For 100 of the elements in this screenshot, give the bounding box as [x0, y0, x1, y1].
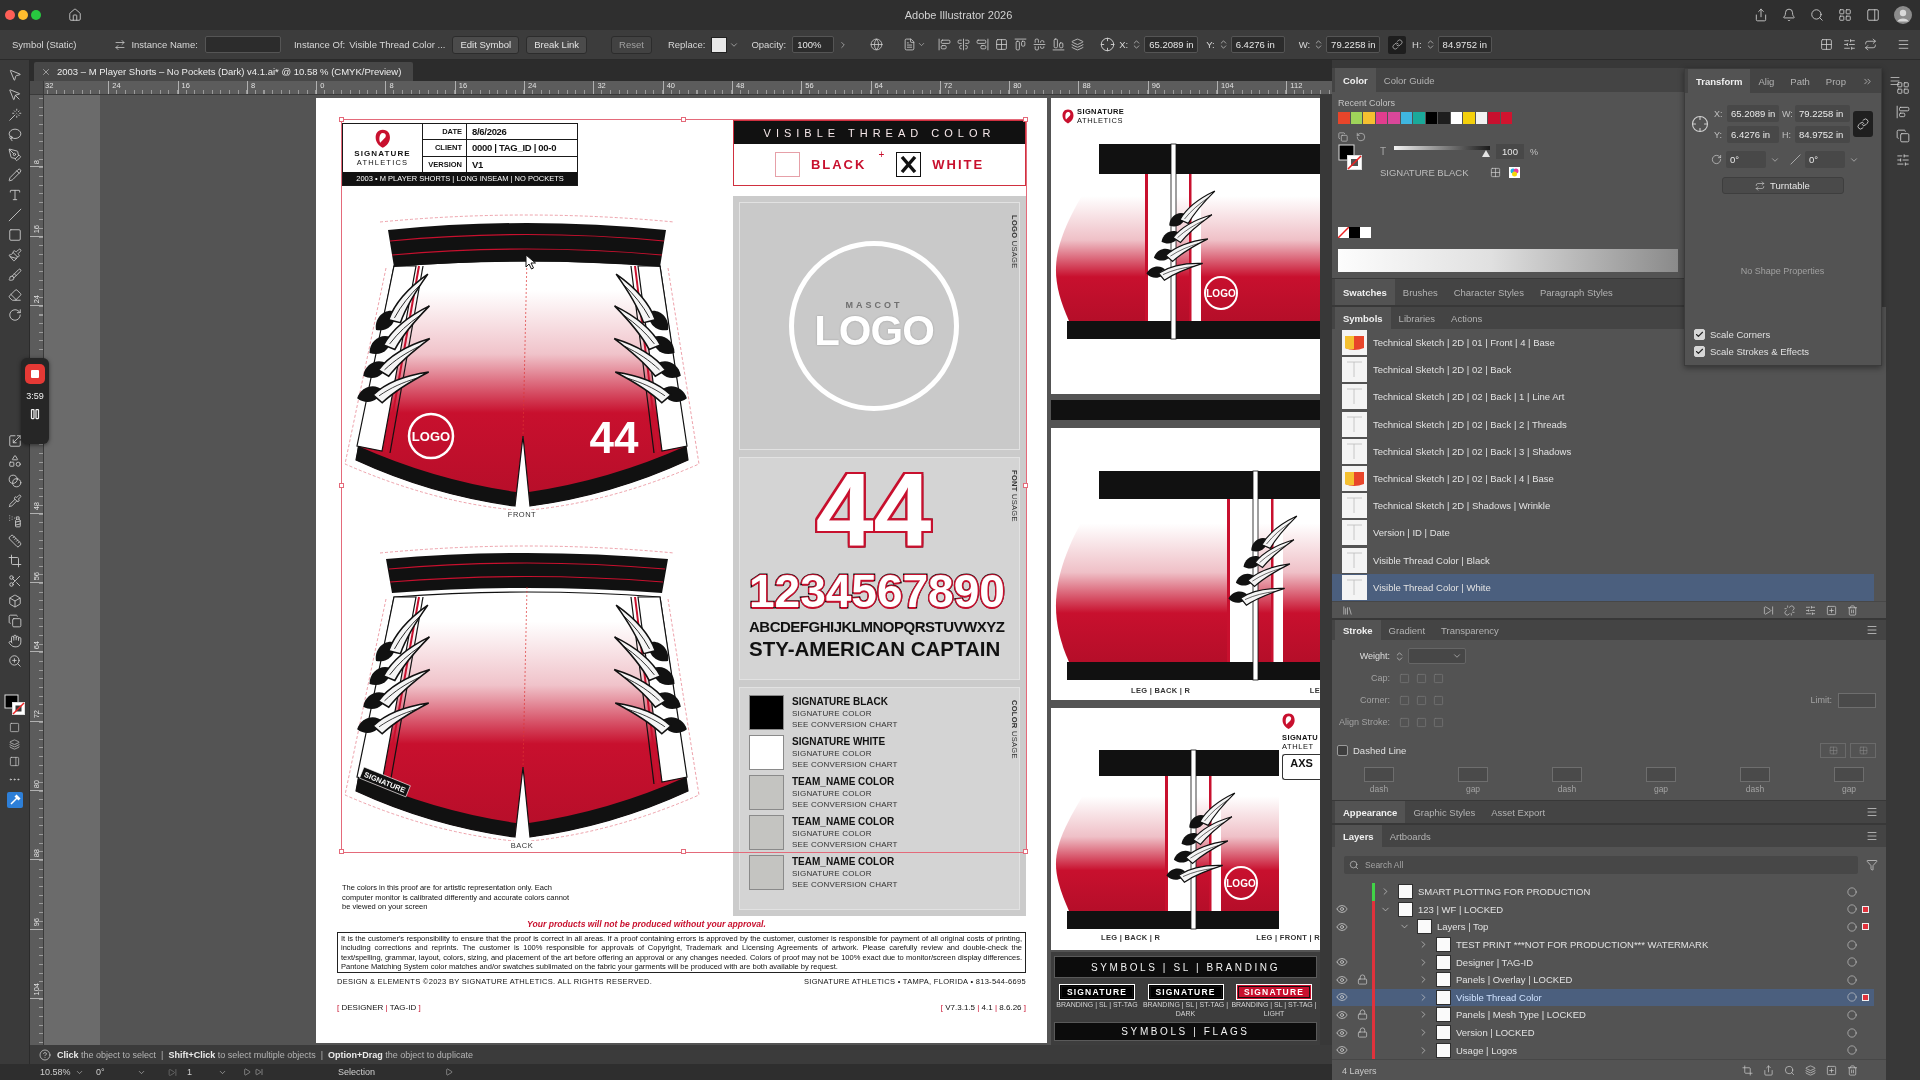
panel-tab[interactable]: Stroke — [1335, 620, 1381, 640]
stepper-icon[interactable] — [1394, 650, 1405, 662]
cube-icon[interactable] — [7, 594, 22, 608]
color-swatch[interactable] — [1463, 112, 1476, 124]
zoom-window-button[interactable] — [31, 10, 41, 20]
limit-field[interactable] — [1838, 692, 1876, 708]
rotate-icon[interactable] — [7, 308, 22, 322]
crop-icon[interactable] — [1742, 1065, 1753, 1076]
transform-field[interactable]: 65.2089 in — [1727, 105, 1779, 122]
panel-tab[interactable]: Transform — [1688, 69, 1751, 93]
layer-row[interactable]: Version | LOCKED — [1332, 1023, 1874, 1042]
search-icon[interactable] — [1784, 1065, 1795, 1076]
eraser-icon[interactable] — [7, 288, 22, 302]
color-swatch[interactable] — [1338, 112, 1351, 124]
rotate-ccw-icon[interactable] — [1356, 132, 1366, 142]
circle-icon[interactable] — [1847, 922, 1857, 932]
transform-field[interactable]: 6.4276 in — [1727, 126, 1779, 143]
align-left-icon[interactable] — [1896, 105, 1910, 119]
copy-icon[interactable] — [1896, 129, 1910, 143]
symbol-list-item[interactable]: Technical Sketch | 2D | 02 | Back | 2 | Threads — [1332, 410, 1874, 438]
panel-tab[interactable]: Prop — [1817, 69, 1854, 93]
caret-icon[interactable] — [917, 40, 927, 49]
trash-icon[interactable] — [1847, 1065, 1858, 1076]
circle-icon[interactable] — [1847, 992, 1857, 1003]
eye-icon[interactable] — [1336, 973, 1348, 986]
align-bottom-icon[interactable] — [1052, 38, 1066, 51]
symbol-list-item[interactable]: Technical Sketch | 2D | 02 | Back — [1332, 356, 1874, 384]
minimize-window-button[interactable] — [18, 10, 28, 20]
hammer-tile-icon[interactable] — [6, 792, 23, 808]
checkbox[interactable] — [896, 152, 922, 177]
filter-icon[interactable] — [1866, 859, 1878, 871]
panel-tab[interactable]: Paragraph Styles — [1531, 279, 1621, 305]
spray-can-icon[interactable] — [7, 514, 22, 528]
crosshair-icon[interactable] — [1691, 115, 1709, 133]
eye-icon[interactable] — [1336, 1044, 1348, 1057]
pencil-icon[interactable] — [7, 168, 22, 182]
panel-tab[interactable]: Transparency — [1433, 620, 1507, 640]
symbol-list-item[interactable]: Visible Thread Color | Black — [1332, 546, 1874, 574]
layer-row[interactable]: TEST PRINT ***NOT FOR PRODUCTION*** WATERMARK — [1332, 935, 1874, 954]
share-icon[interactable] — [1763, 1065, 1774, 1076]
panel-tab[interactable]: Swatches — [1335, 279, 1395, 305]
layer-row[interactable]: Panels | Mesh Type | LOCKED — [1332, 1006, 1874, 1024]
coordinate-field[interactable]: 84.9752 in — [1437, 36, 1492, 53]
menu-icon[interactable] — [1897, 38, 1910, 51]
panel-icon[interactable] — [1866, 8, 1880, 22]
circle-icon[interactable] — [1847, 1045, 1857, 1056]
align-middle-icon[interactable] — [1033, 38, 1047, 51]
library-icon[interactable] — [1342, 604, 1353, 616]
align-left-icon[interactable] — [938, 38, 952, 51]
tint-field[interactable]: 100 — [1496, 144, 1524, 159]
eye-icon[interactable] — [1336, 956, 1348, 969]
transform-field[interactable]: 84.9752 in — [1795, 126, 1850, 143]
swatch-icon[interactable] — [1349, 227, 1360, 238]
layer-row[interactable]: Panels | Overlay | LOCKED — [1332, 970, 1874, 989]
swatch-icon[interactable] — [1360, 227, 1371, 238]
dash-field[interactable] — [1364, 767, 1394, 782]
fill-stroke-icon[interactable] — [3, 694, 26, 716]
blend-icon[interactable] — [7, 474, 22, 488]
symbol-list-item[interactable]: Visible Thread Color | White — [1332, 573, 1874, 601]
pointer-icon[interactable] — [7, 68, 22, 82]
skip-icon[interactable] — [168, 1067, 177, 1077]
layers-icon[interactable] — [1071, 38, 1085, 51]
document-tab[interactable]: 2003 – M Player Shorts – No Pockets (Dark) v4.1.ai* @ 10.58 % (CMYK/Preview) — [34, 62, 414, 81]
scale-icon[interactable] — [7, 434, 22, 448]
eye-icon[interactable] — [1336, 921, 1348, 933]
copy-icon[interactable] — [1338, 132, 1348, 142]
panel-menu-icon[interactable] — [1888, 75, 1901, 87]
grid-icon[interactable] — [1820, 38, 1833, 51]
skip-icon[interactable] — [255, 1068, 263, 1076]
search-icon[interactable] — [1810, 8, 1824, 22]
layer-row[interactable]: SMART PLOTTING FOR PRODUCTION — [1332, 883, 1874, 901]
pause-icon[interactable] — [29, 408, 41, 420]
symbol-list-item[interactable]: Technical Sketch | 2D | 02 | Back | 3 | Shadows — [1332, 437, 1874, 465]
grid-icon[interactable] — [1490, 167, 1501, 178]
lock-icon[interactable] — [1356, 1027, 1368, 1039]
align-top-icon[interactable] — [1014, 38, 1028, 51]
circle-icon[interactable] — [1847, 904, 1857, 915]
close-icon[interactable] — [41, 66, 51, 77]
lasso-icon[interactable] — [7, 128, 22, 142]
turntable-button[interactable]: Turntable — [1721, 177, 1844, 194]
brush-icon[interactable] — [7, 268, 22, 282]
caret-icon[interactable] — [1452, 651, 1462, 661]
dash-field[interactable] — [1552, 767, 1582, 782]
stop-recording-button[interactable] — [25, 364, 45, 384]
panel-tab[interactable]: Path — [1782, 69, 1818, 93]
shear-field[interactable]: 0° — [1805, 151, 1845, 168]
shapes-icon[interactable] — [7, 454, 22, 468]
layer-row[interactable]: 123 | WF | LOCKED — [1332, 900, 1874, 919]
color-swatch[interactable] — [1388, 112, 1401, 124]
checkbox[interactable] — [1337, 744, 1348, 756]
line-icon[interactable] — [7, 208, 22, 222]
grid-icon[interactable] — [995, 38, 1009, 51]
coordinate-field[interactable]: 65.2089 in — [1144, 36, 1199, 53]
crosshair-icon[interactable] — [1100, 37, 1116, 52]
symbol-list-item[interactable]: Technical Sketch | 2D | Shadows | Wrinkle — [1332, 492, 1874, 520]
panel-tab[interactable]: Symbols — [1335, 307, 1391, 329]
align-center-icon[interactable] — [957, 38, 971, 51]
grid-icon[interactable] — [1896, 81, 1910, 95]
scissors-icon[interactable] — [7, 574, 22, 588]
circle-icon[interactable] — [1847, 939, 1857, 950]
